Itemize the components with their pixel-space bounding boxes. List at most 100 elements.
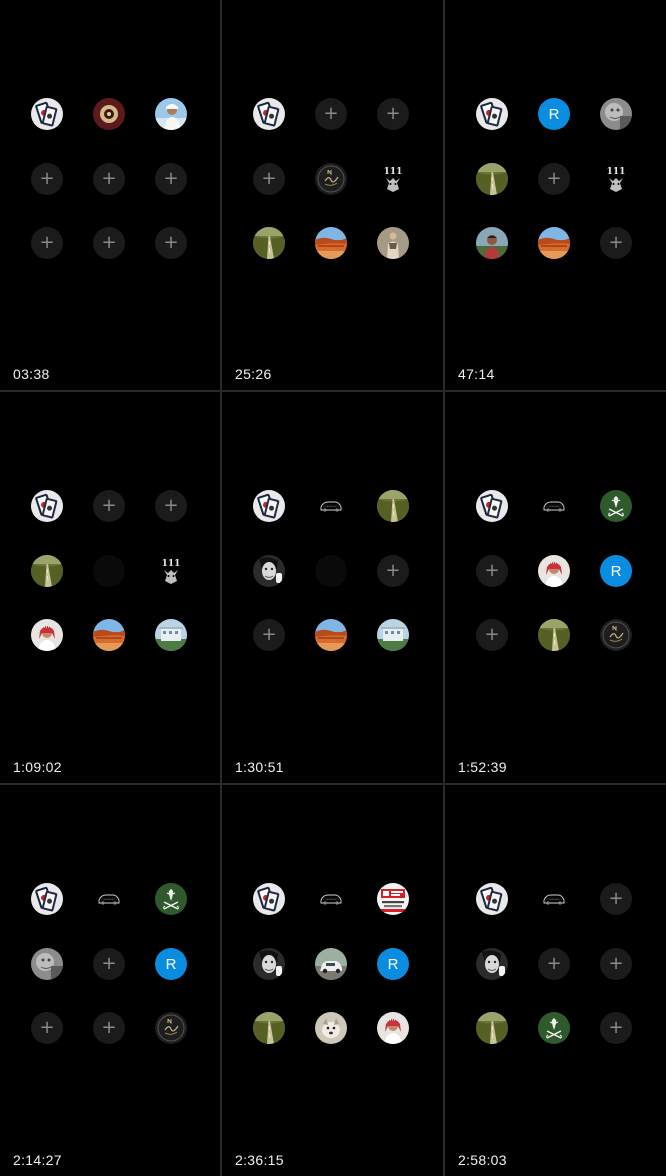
avatar-road[interactable] (476, 1012, 508, 1044)
empty-seat-add-button[interactable]: + (600, 227, 632, 259)
empty-seat-add-button[interactable]: + (600, 883, 632, 915)
avatar-road[interactable] (253, 227, 285, 259)
avatar-car-logo[interactable]: ~~~~ (315, 490, 347, 522)
avatar-desert[interactable] (538, 227, 570, 259)
plus-icon: + (163, 495, 179, 516)
seat-grid: + +111 (0, 392, 220, 782)
avatar-dark-logo[interactable] (600, 619, 632, 651)
empty-seat-add-button[interactable]: + (476, 619, 508, 651)
avatar-car-logo[interactable]: ~~~~ (538, 883, 570, 915)
empty-seat-add-button[interactable]: + (538, 948, 570, 980)
session-panel: ~~~~ + + + +2:58:03 (445, 785, 666, 1176)
empty-seat-add-button[interactable]: + (538, 163, 570, 195)
empty-seat-add-button[interactable]: + (93, 227, 125, 259)
empty-seat-add-button[interactable]: + (315, 98, 347, 130)
avatar-111[interactable]: 111 (155, 555, 187, 587)
avatar-man-sky[interactable] (155, 98, 187, 130)
avatar-maroon[interactable] (93, 98, 125, 130)
avatar-building[interactable] (377, 619, 409, 651)
avatar-cards[interactable] (31, 490, 63, 522)
avatar-dark-logo[interactable] (315, 163, 347, 195)
empty-seat-add-button[interactable]: + (377, 98, 409, 130)
empty-seat-add-button[interactable]: + (377, 555, 409, 587)
avatar-man-shemagh[interactable] (538, 555, 570, 587)
avatar-cards[interactable] (253, 98, 285, 130)
avatar-cards[interactable] (253, 490, 285, 522)
avatar-car-logo[interactable]: ~~~~ (315, 883, 347, 915)
avatar-bw-face[interactable] (253, 948, 285, 980)
avatar-road[interactable] (253, 1012, 285, 1044)
empty-seat-add-button[interactable]: + (31, 1012, 63, 1044)
empty-seat-add-button[interactable]: + (476, 555, 508, 587)
elapsed-time-label: 1:30:51 (235, 759, 284, 775)
avatar-grey-face[interactable] (31, 948, 63, 980)
avatar-road[interactable] (31, 555, 63, 587)
svg-text:~~~~: ~~~~ (326, 897, 337, 901)
session-panel: ~~~~ + R + +2:14:27 (0, 785, 220, 1176)
avatar-building[interactable] (155, 619, 187, 651)
plus-icon: + (101, 1017, 117, 1038)
plus-icon: + (608, 888, 624, 909)
avatar-grey-face[interactable] (600, 98, 632, 130)
avatar-desert[interactable] (315, 619, 347, 651)
avatar-man-shemagh[interactable] (31, 619, 63, 651)
empty-seat-add-button[interactable]: + (93, 490, 125, 522)
avatar-road[interactable] (377, 490, 409, 522)
avatar-desert[interactable] (315, 227, 347, 259)
avatar-road[interactable] (476, 163, 508, 195)
avatar-man-shemagh[interactable] (377, 1012, 409, 1044)
empty-seat-add-button[interactable]: + (600, 1012, 632, 1044)
plus-icon: + (261, 168, 277, 189)
avatar-cards[interactable] (476, 490, 508, 522)
user-avatar-letter[interactable]: R (600, 555, 632, 587)
avatar-111[interactable]: 111 (600, 163, 632, 195)
avatar-desert[interactable] (93, 619, 125, 651)
avatar-car-photo[interactable] (315, 948, 347, 980)
avatar-red-sign[interactable] (377, 883, 409, 915)
user-avatar-letter[interactable]: R (377, 948, 409, 980)
seat-grid: ~~~~ R (222, 785, 443, 1175)
elapsed-time-label: 2:58:03 (458, 1152, 507, 1168)
elapsed-time-label: 2:14:27 (13, 1152, 62, 1168)
avatar-cards[interactable] (31, 883, 63, 915)
plus-icon: + (608, 953, 624, 974)
empty-seat-add-button[interactable]: + (155, 490, 187, 522)
session-panel: + + +111 25:26 (222, 0, 443, 390)
avatar-car-logo[interactable]: ~~~~ (538, 490, 570, 522)
avatar-cards[interactable] (476, 98, 508, 130)
session-panel: + + + + + +03:38 (0, 0, 220, 390)
avatar-car-logo[interactable]: ~~~~ (93, 883, 125, 915)
empty-seat-add-button[interactable]: + (155, 163, 187, 195)
avatar-saudi-emblem[interactable] (600, 490, 632, 522)
avatar-111[interactable]: 111 (377, 163, 409, 195)
empty-seat-add-button[interactable]: + (31, 163, 63, 195)
user-avatar-letter[interactable]: R (538, 98, 570, 130)
avatar-dog[interactable] (315, 1012, 347, 1044)
avatar-cards[interactable] (476, 883, 508, 915)
seat-grid: ~~~~ + + (222, 392, 443, 782)
seat-grid: ~~~~ + + + + (445, 785, 666, 1175)
avatar-bw-face[interactable] (476, 948, 508, 980)
avatar-cards[interactable] (253, 883, 285, 915)
elapsed-time-label: 2:36:15 (235, 1152, 284, 1168)
avatar-cards[interactable] (31, 98, 63, 130)
empty-seat-add-button[interactable]: + (253, 619, 285, 651)
empty-seat-add-button[interactable]: + (93, 1012, 125, 1044)
session-panel: + +111 1:09:02 (0, 392, 220, 783)
user-avatar-letter[interactable]: R (155, 948, 187, 980)
empty-seat-add-button[interactable]: + (253, 163, 285, 195)
avatar-saudi-emblem[interactable] (538, 1012, 570, 1044)
avatar-dark-logo[interactable] (155, 1012, 187, 1044)
empty-seat-add-button[interactable]: + (93, 948, 125, 980)
empty-seat-add-button[interactable]: + (600, 948, 632, 980)
plus-icon: + (163, 232, 179, 253)
avatar-figure[interactable] (377, 227, 409, 259)
avatar-saudi-emblem[interactable] (155, 883, 187, 915)
avatar-man-field[interactable] (476, 227, 508, 259)
avatar-bw-face[interactable] (253, 555, 285, 587)
empty-seat-add-button[interactable]: + (155, 227, 187, 259)
empty-seat-add-button[interactable]: + (31, 227, 63, 259)
plus-icon: + (101, 232, 117, 253)
empty-seat-add-button[interactable]: + (93, 163, 125, 195)
avatar-road[interactable] (538, 619, 570, 651)
